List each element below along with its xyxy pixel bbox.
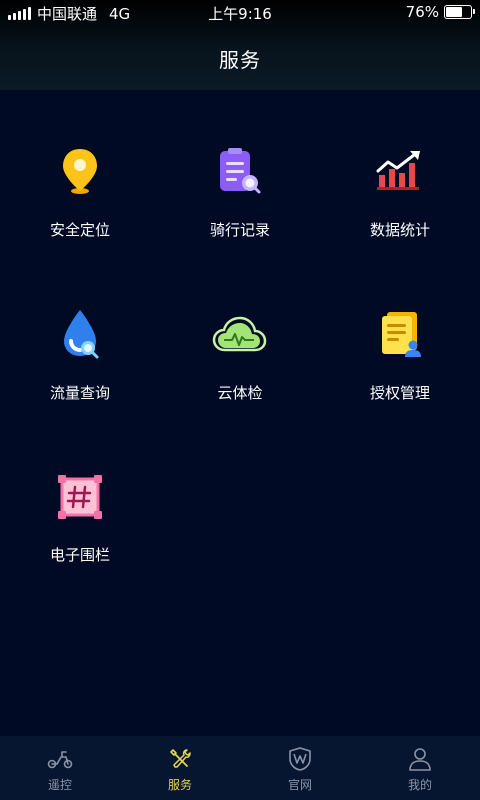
tools-icon — [170, 749, 191, 768]
bottom-tab-bar: 遥控 服务 官网 我的 — [0, 736, 480, 800]
tab-remote-control[interactable]: 遥控 — [0, 736, 120, 800]
service-label: 安全定位 — [49, 221, 110, 239]
service-label: 授权管理 — [369, 384, 430, 402]
service-geofence[interactable]: 电子围栏 — [0, 470, 160, 590]
service-ride-record[interactable]: 骑行记录 — [160, 145, 320, 265]
tab-label: 官网 — [287, 778, 312, 792]
tab-label: 遥控 — [47, 778, 72, 792]
top-bar: 中国联通 4G 上午9:16 76% 服务 — [0, 0, 480, 90]
battery-percent: 76% — [405, 3, 439, 21]
user-icon — [409, 748, 431, 771]
service-data-query[interactable]: 流量查询 — [0, 308, 160, 428]
app-screen: 中国联通 4G 上午9:16 76% 服务 安全定位 骑行记录 数据统计 流量查… — [0, 0, 480, 800]
service-label: 云体检 — [217, 384, 263, 402]
service-safe-location[interactable]: 安全定位 — [0, 145, 160, 265]
tab-services[interactable]: 服务 — [120, 736, 240, 800]
ride-record-icon — [220, 148, 261, 194]
scooter-icon — [47, 751, 73, 769]
shield-icon — [289, 747, 311, 771]
cloud-check-icon — [212, 316, 267, 352]
location-pin-icon — [63, 149, 97, 194]
tab-label: 我的 — [407, 778, 432, 792]
page-title: 服务 — [219, 48, 261, 72]
service-statistics[interactable]: 数据统计 — [320, 145, 480, 265]
battery-icon — [444, 5, 475, 19]
tab-mine[interactable]: 我的 — [360, 736, 480, 800]
geofence-icon — [58, 475, 102, 519]
statistics-chart-icon — [376, 151, 420, 190]
service-cloud-check[interactable]: 云体检 — [160, 308, 320, 428]
status-right: 76% — [405, 3, 475, 21]
service-label: 骑行记录 — [209, 221, 270, 239]
data-drop-search-icon — [64, 310, 99, 359]
tab-official-site[interactable]: 官网 — [240, 736, 360, 800]
authorization-icon — [382, 312, 421, 357]
tab-label: 服务 — [167, 778, 192, 792]
status-bar: 中国联通 4G 上午9:16 76% — [0, 0, 480, 26]
service-authorization[interactable]: 授权管理 — [320, 308, 480, 428]
service-label: 电子围栏 — [49, 546, 110, 564]
service-label: 流量查询 — [49, 384, 110, 402]
service-label: 数据统计 — [369, 221, 430, 239]
